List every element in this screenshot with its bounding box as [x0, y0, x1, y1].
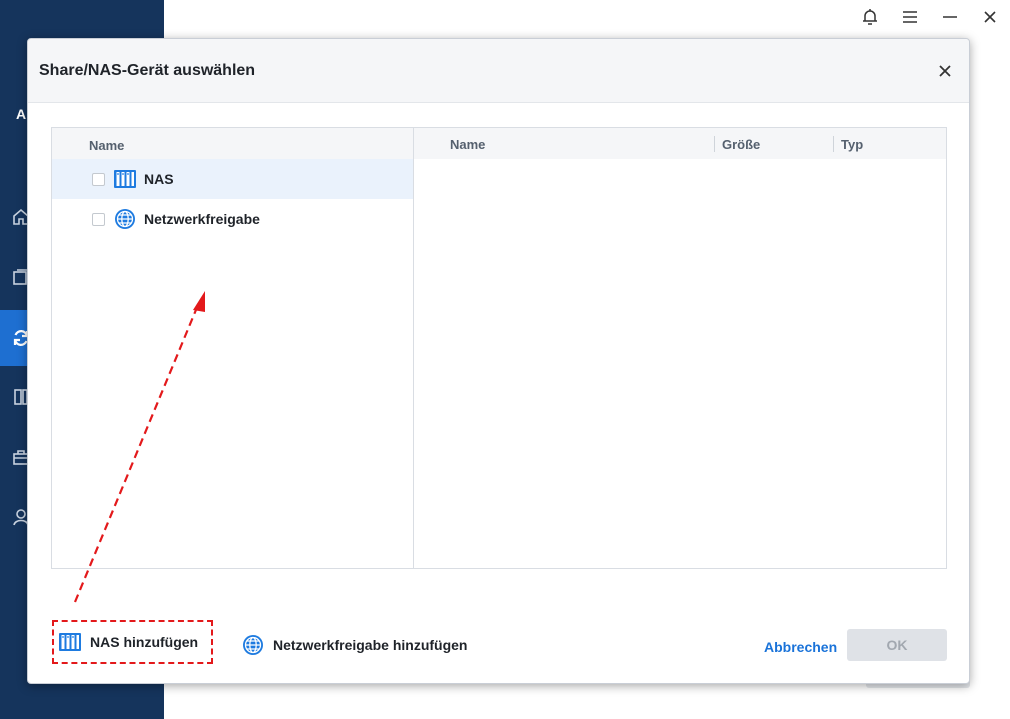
dialog-close-icon[interactable] — [935, 61, 955, 81]
column-divider[interactable] — [833, 136, 834, 152]
bell-icon[interactable] — [850, 0, 890, 34]
tree-item-label: NAS — [144, 171, 174, 187]
column-divider[interactable] — [714, 136, 715, 152]
add-nas-label: NAS hinzufügen — [90, 634, 199, 650]
dialog-title: Share/NAS-Gerät auswählen — [39, 61, 256, 79]
app-brand: A — [16, 106, 27, 122]
add-nas-button[interactable]: NAS hinzufügen — [59, 631, 198, 653]
app-titlebar — [850, 0, 1010, 34]
ok-button[interactable]: OK — [847, 629, 947, 661]
globe-icon — [114, 208, 136, 230]
tree-item-nas[interactable]: NAS — [52, 159, 413, 199]
device-tree-pane: Name NAS Netzwerkfreigabe — [52, 128, 414, 568]
close-icon[interactable] — [970, 0, 1010, 34]
column-header-type[interactable]: Typ — [841, 137, 863, 152]
tree-item-network-share[interactable]: Netzwerkfreigabe — [52, 199, 413, 239]
menu-icon[interactable] — [890, 0, 930, 34]
column-header-size[interactable]: Größe — [722, 137, 760, 152]
column-header-name[interactable]: Name — [450, 137, 485, 152]
minimize-icon[interactable] — [930, 0, 970, 34]
network-share-checkbox[interactable] — [92, 212, 105, 226]
add-network-share-button[interactable]: Netzwerkfreigabe hinzufügen — [242, 634, 467, 656]
tree-item-label: Netzwerkfreigabe — [144, 211, 260, 227]
device-browser-panel: Name NAS Netzwerkfreigabe Name Größe Typ — [51, 127, 947, 569]
nas-icon — [114, 168, 136, 190]
globe-icon — [242, 634, 264, 656]
tree-header-name: Name — [89, 138, 125, 153]
nas-icon — [59, 631, 81, 653]
content-list-pane: Name Größe Typ — [414, 128, 946, 568]
content-column-header: Name Größe Typ — [414, 128, 946, 159]
nas-checkbox[interactable] — [92, 172, 105, 186]
share-nas-dialog: Share/NAS-Gerät auswählen Name NAS Netzw… — [27, 38, 970, 684]
dialog-header: Share/NAS-Gerät auswählen — [28, 39, 969, 103]
tree-column-header: Name — [52, 128, 413, 159]
add-network-share-label: Netzwerkfreigabe hinzufügen — [273, 637, 468, 653]
cancel-button[interactable]: Abbrechen — [764, 639, 837, 655]
